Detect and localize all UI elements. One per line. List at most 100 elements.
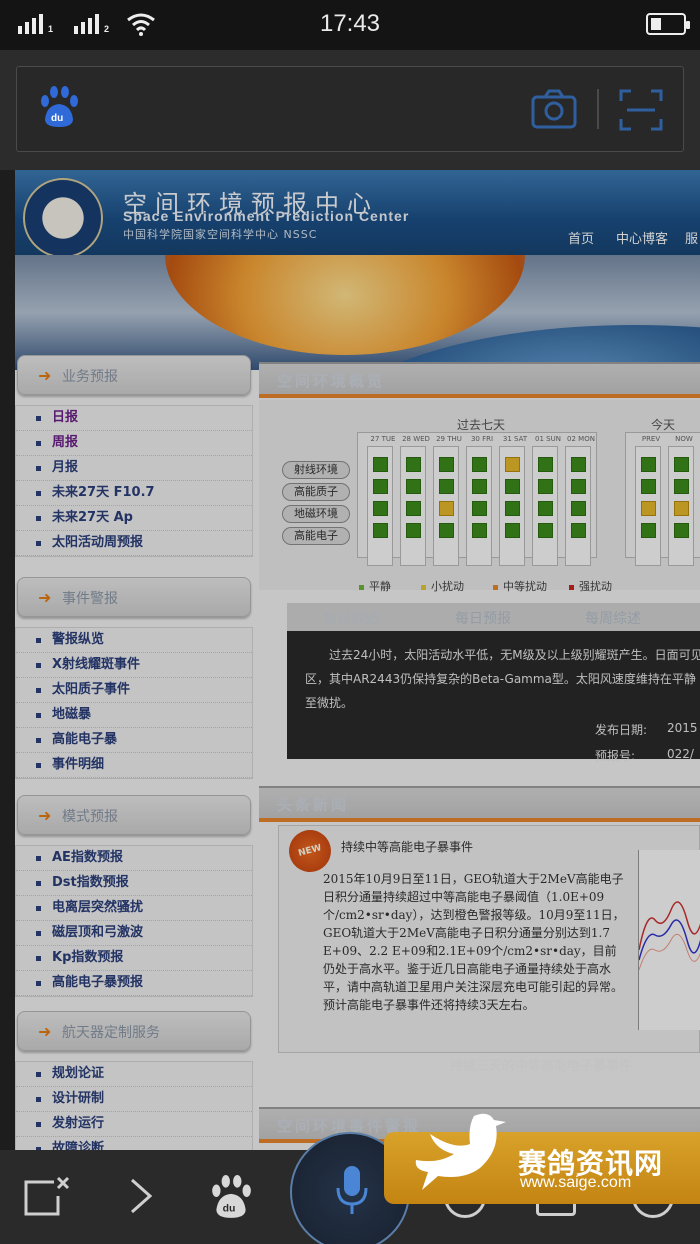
news-title[interactable]: 持续中等高能电子暴事件 xyxy=(341,838,473,855)
status-cell xyxy=(406,523,421,538)
status-cell xyxy=(472,479,487,494)
sidebar-item[interactable]: 发射运行 xyxy=(16,1112,252,1137)
status-cell xyxy=(406,501,421,516)
svg-text:du: du xyxy=(51,113,63,124)
news-body: 2015年10月9日至11日，GEO轨道大于2MeV高能电子日积分通量持续超过中… xyxy=(323,872,625,1012)
status-cell xyxy=(571,501,586,516)
sidebar-item[interactable]: X射线耀斑事件 xyxy=(16,653,252,678)
web-page[interactable]: 空间环境预报中心 Space Environment Prediction Ce… xyxy=(15,170,700,1150)
summary-text: 过去24小时，太阳活动水平低，无M级及以上级别耀斑产生。日面可见区，其中AR24… xyxy=(305,648,700,710)
sidebar-list: 警报纵览 X射线耀斑事件 太阳质子事件 地磁暴 高能电子暴 事件明细 xyxy=(15,627,253,779)
today-column: NOW xyxy=(668,435,694,566)
watermark: 赛鸽资讯网 www.saige.com xyxy=(384,1113,700,1204)
sidebar-item[interactable]: AE指数预报 xyxy=(16,846,252,871)
divider xyxy=(597,89,599,129)
sidebar-item[interactable]: 周报 xyxy=(16,431,252,456)
status-cell xyxy=(505,501,520,516)
status-cell xyxy=(472,523,487,538)
sidebar-item[interactable]: 太阳活动周预报 xyxy=(16,531,252,556)
legend-swatch xyxy=(359,584,364,590)
new-badge: NEW xyxy=(284,825,336,877)
day-column: 27 TUE xyxy=(367,435,395,566)
nssc-logo-icon xyxy=(23,178,103,258)
row-label-xray: 射线环境 xyxy=(282,461,350,479)
sidebar-item[interactable]: 警报纵览 xyxy=(16,628,252,653)
screen: 1 2 17:43 du 空间环境预报中心 Space Environment … xyxy=(0,0,700,1244)
scan-icon[interactable] xyxy=(619,89,663,131)
tab-daily-summary[interactable]: 每日综述 xyxy=(323,608,379,628)
close-tab-icon[interactable] xyxy=(22,1174,70,1218)
sidebar-heading[interactable]: ➜ 航天器定制服务 xyxy=(17,1011,251,1051)
sidebar-list: AE指数预报 Dst指数预报 电离层突然骚扰 磁层顶和弓激波 Kp指数预报 高能… xyxy=(15,845,253,997)
sidebar-item[interactable]: 未来27天 F10.7 xyxy=(16,481,252,506)
status-cell xyxy=(472,457,487,472)
day-header: 01 SUN xyxy=(535,435,561,443)
sidebar-heading[interactable]: ➜ 事件警报 xyxy=(17,577,251,617)
status-cell xyxy=(571,457,586,472)
status-cell xyxy=(439,523,454,538)
status-bar: 1 2 17:43 xyxy=(0,0,700,50)
tab-daily-forecast[interactable]: 每日预报 xyxy=(455,608,511,628)
sidebar-item[interactable]: 故障诊断 xyxy=(16,1137,252,1150)
tab-weekly-summary[interactable]: 每周综述 xyxy=(585,608,641,628)
baidu-home-icon[interactable]: du xyxy=(208,1174,254,1220)
sidebar-item[interactable]: 日报 xyxy=(16,406,252,431)
nav-home[interactable]: 首页 xyxy=(568,228,594,247)
watermark-url: www.saige.com xyxy=(520,1174,632,1191)
sidebar-item[interactable]: 未来27天 Ap xyxy=(16,506,252,531)
status-cell xyxy=(406,457,421,472)
legend-item: 中等扰动 xyxy=(493,578,547,594)
forward-icon[interactable] xyxy=(126,1176,156,1216)
sidebar-item[interactable]: Dst指数预报 xyxy=(16,871,252,896)
day-header: 29 THU xyxy=(436,435,462,443)
sidebar-list: 日报 周报 月报 未来27天 F10.7 未来27天 Ap 太阳活动周预报 xyxy=(15,405,253,557)
publish-label: 发布日期: xyxy=(595,723,648,737)
legend-item: 强扰动 xyxy=(569,578,612,594)
status-cell xyxy=(439,479,454,494)
news-card[interactable]: NEW 持续中等高能电子暴事件 2015年10月9日至11日，GEO轨道大于2M… xyxy=(278,825,700,1053)
clock: 17:43 xyxy=(319,10,381,37)
divider xyxy=(259,818,700,822)
sidebar-item[interactable]: 高能电子暴预报 xyxy=(16,971,252,996)
sidebar-item[interactable]: 太阳质子事件 xyxy=(16,678,252,703)
sidebar-item[interactable]: 高能电子暴 xyxy=(16,728,252,753)
day-column: 28 WED xyxy=(400,435,430,566)
status-cell xyxy=(373,523,388,538)
search-box[interactable]: du xyxy=(16,66,684,152)
status-cell xyxy=(538,479,553,494)
status-cell xyxy=(373,479,388,494)
status-cell xyxy=(674,501,689,516)
browser-toolbar: du xyxy=(0,50,700,170)
status-cell xyxy=(571,479,586,494)
sidebar-item[interactable]: 月报 xyxy=(16,456,252,481)
nav-service[interactable]: 服 xyxy=(685,228,698,247)
sidebar: ➜ 业务预报 日报 周报 月报 未来27天 F10.7 未来27天 Ap 太阳活动… xyxy=(15,355,253,1150)
day-column: 31 SAT xyxy=(499,435,527,566)
status-cell xyxy=(439,457,454,472)
site-subtitle: 中国科学院国家空间科学中心 NSSC xyxy=(123,228,318,241)
sidebar-heading[interactable]: ➜ 模式预报 xyxy=(17,795,251,835)
sun-image xyxy=(165,255,525,355)
status-cell xyxy=(472,501,487,516)
sidebar-item[interactable]: 地磁暴 xyxy=(16,703,252,728)
arrow-icon: ➜ xyxy=(38,588,52,607)
sidebar-item[interactable]: 事件明细 xyxy=(16,753,252,778)
flux-chart-thumbnail xyxy=(638,850,700,1030)
camera-icon[interactable] xyxy=(531,89,577,129)
legend-item: 小扰动 xyxy=(421,578,464,594)
tab-bar: 每日综述 每日预报 每周综述 xyxy=(287,603,700,631)
nav-blog[interactable]: 中心博客 xyxy=(616,228,668,247)
sidebar-item[interactable]: Kp指数预报 xyxy=(16,946,252,971)
baidu-logo-icon: du xyxy=(41,86,78,127)
status-cell xyxy=(505,479,520,494)
pigeon-logo-icon xyxy=(415,1113,506,1190)
day-column: 01 SUN xyxy=(532,435,561,566)
sidebar-item[interactable]: 磁层顶和弓激波 xyxy=(16,921,252,946)
microphone-icon xyxy=(336,1166,368,1214)
sidebar-list: 规划论证 设计研制 发射运行 故障诊断 xyxy=(15,1061,253,1150)
sidebar-item[interactable]: 设计研制 xyxy=(16,1087,252,1112)
publish-value: 2015 xyxy=(667,721,698,735)
sidebar-item[interactable]: 电离层突然骚扰 xyxy=(16,896,252,921)
sidebar-item[interactable]: 规划论证 xyxy=(16,1062,252,1087)
sidebar-heading[interactable]: ➜ 业务预报 xyxy=(17,355,251,395)
